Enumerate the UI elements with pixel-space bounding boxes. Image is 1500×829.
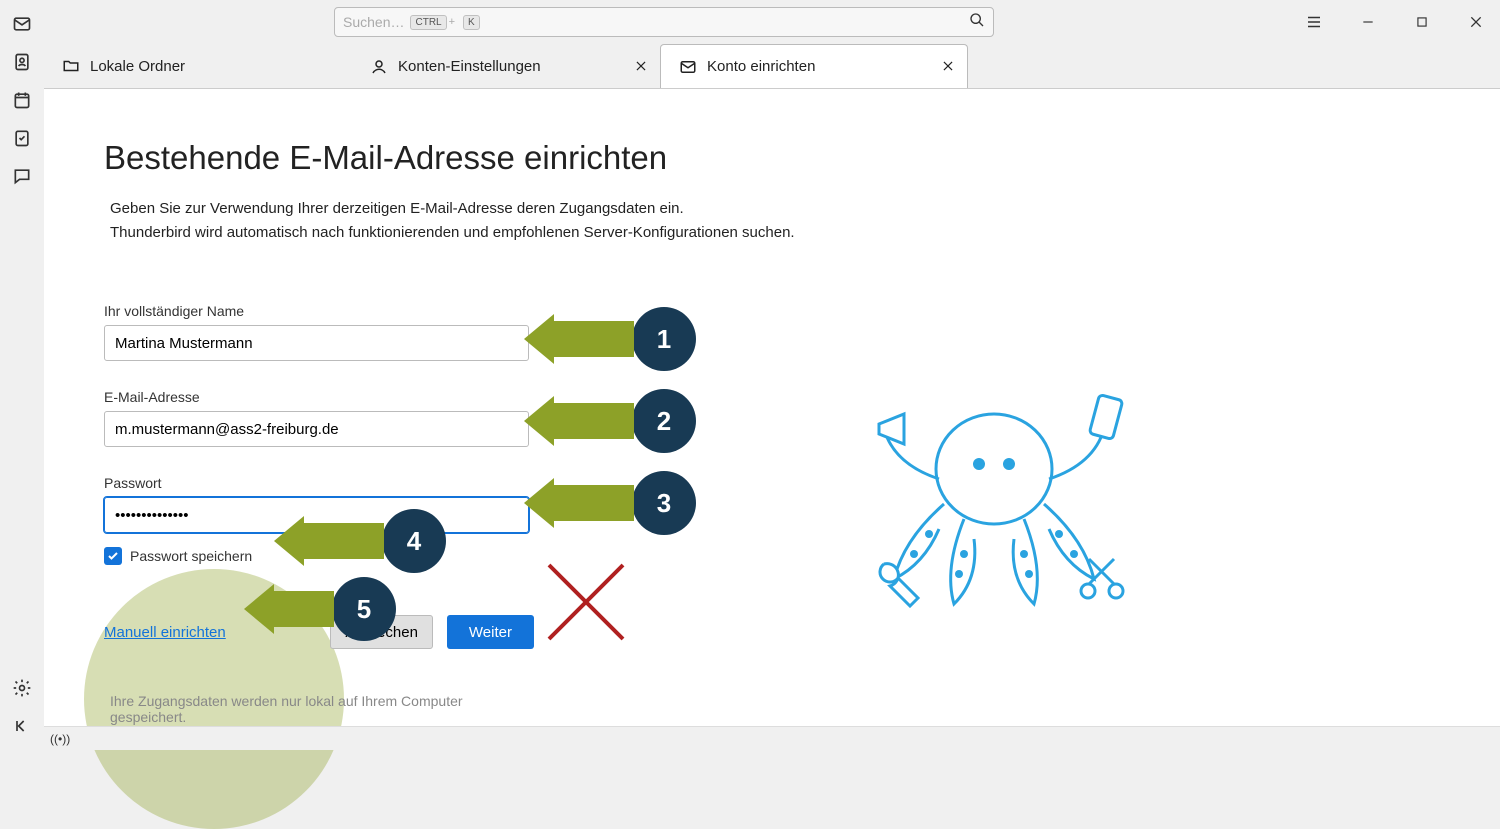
tab-local-folders[interactable]: Lokale Ordner: [44, 44, 352, 88]
name-label: Ihr vollständiger Name: [104, 303, 534, 319]
tabs-row: Lokale Ordner Konten-Einstellungen Konto…: [44, 44, 1500, 88]
tab-label: Konten-Einstellungen: [398, 58, 541, 75]
folder-icon: [62, 57, 80, 75]
annotation-red-x: [541, 557, 631, 647]
status-bar: ((•)): [44, 726, 1500, 750]
tab-account-settings[interactable]: Konten-Einstellungen: [352, 44, 660, 88]
remember-checkbox[interactable]: [104, 547, 122, 565]
remember-label: Passwort speichern: [130, 548, 252, 564]
content-area: Bestehende E-Mail-Adresse einrichten Geb…: [44, 88, 1500, 726]
search-input[interactable]: Suchen… CTRL + K: [334, 7, 994, 37]
mail-setup-icon: [679, 58, 697, 76]
tab-close-icon[interactable]: [941, 59, 955, 77]
annotation-2: 2: [524, 389, 696, 453]
chat-icon[interactable]: [12, 166, 32, 186]
calendar-icon[interactable]: [12, 90, 32, 110]
tab-close-icon[interactable]: [634, 59, 648, 77]
annotation-3: 3: [524, 471, 696, 535]
email-input[interactable]: [104, 411, 529, 447]
password-label: Passwort: [104, 475, 534, 491]
kbd-plus: +: [449, 16, 455, 28]
manual-setup-link[interactable]: Manuell einrichten: [104, 624, 226, 641]
email-label: E-Mail-Adresse: [104, 389, 534, 405]
annotation-5: 5: [244, 577, 396, 641]
page-title: Bestehende E-Mail-Adresse einrichten: [104, 139, 1500, 177]
hamburger-icon[interactable]: [1302, 10, 1326, 34]
account-settings-icon: [370, 58, 388, 76]
minimize-icon[interactable]: [1356, 10, 1380, 34]
kbd-k: K: [463, 15, 480, 30]
search-placeholder: Suchen…: [343, 14, 404, 30]
tab-label: Lokale Ordner: [90, 58, 185, 75]
name-input[interactable]: [104, 325, 529, 361]
annotation-1: 1: [524, 307, 696, 371]
search-icon: [969, 12, 985, 33]
tab-label: Konto einrichten: [707, 58, 815, 75]
kbd-ctrl: CTRL: [410, 15, 446, 30]
maximize-icon[interactable]: [1410, 10, 1434, 34]
sync-status-icon[interactable]: ((•)): [50, 732, 70, 746]
topbar: Suchen… CTRL + K: [44, 0, 1500, 44]
tab-account-setup[interactable]: Konto einrichten: [660, 44, 968, 88]
collapse-icon[interactable]: [12, 716, 32, 736]
close-icon[interactable]: [1464, 10, 1488, 34]
annotation-4: 4: [274, 509, 446, 573]
addressbook-icon[interactable]: [12, 52, 32, 72]
page-description: Geben Sie zur Verwendung Ihrer derzeitig…: [110, 197, 890, 245]
settings-icon[interactable]: [12, 678, 32, 698]
tasks-icon[interactable]: [12, 128, 32, 148]
footnote: Ihre Zugangsdaten werden nur lokal auf I…: [110, 693, 534, 725]
octopus-illustration: [844, 369, 1144, 619]
left-sidebar: [0, 0, 44, 750]
mail-icon[interactable]: [12, 14, 32, 34]
next-button[interactable]: Weiter: [447, 615, 534, 649]
